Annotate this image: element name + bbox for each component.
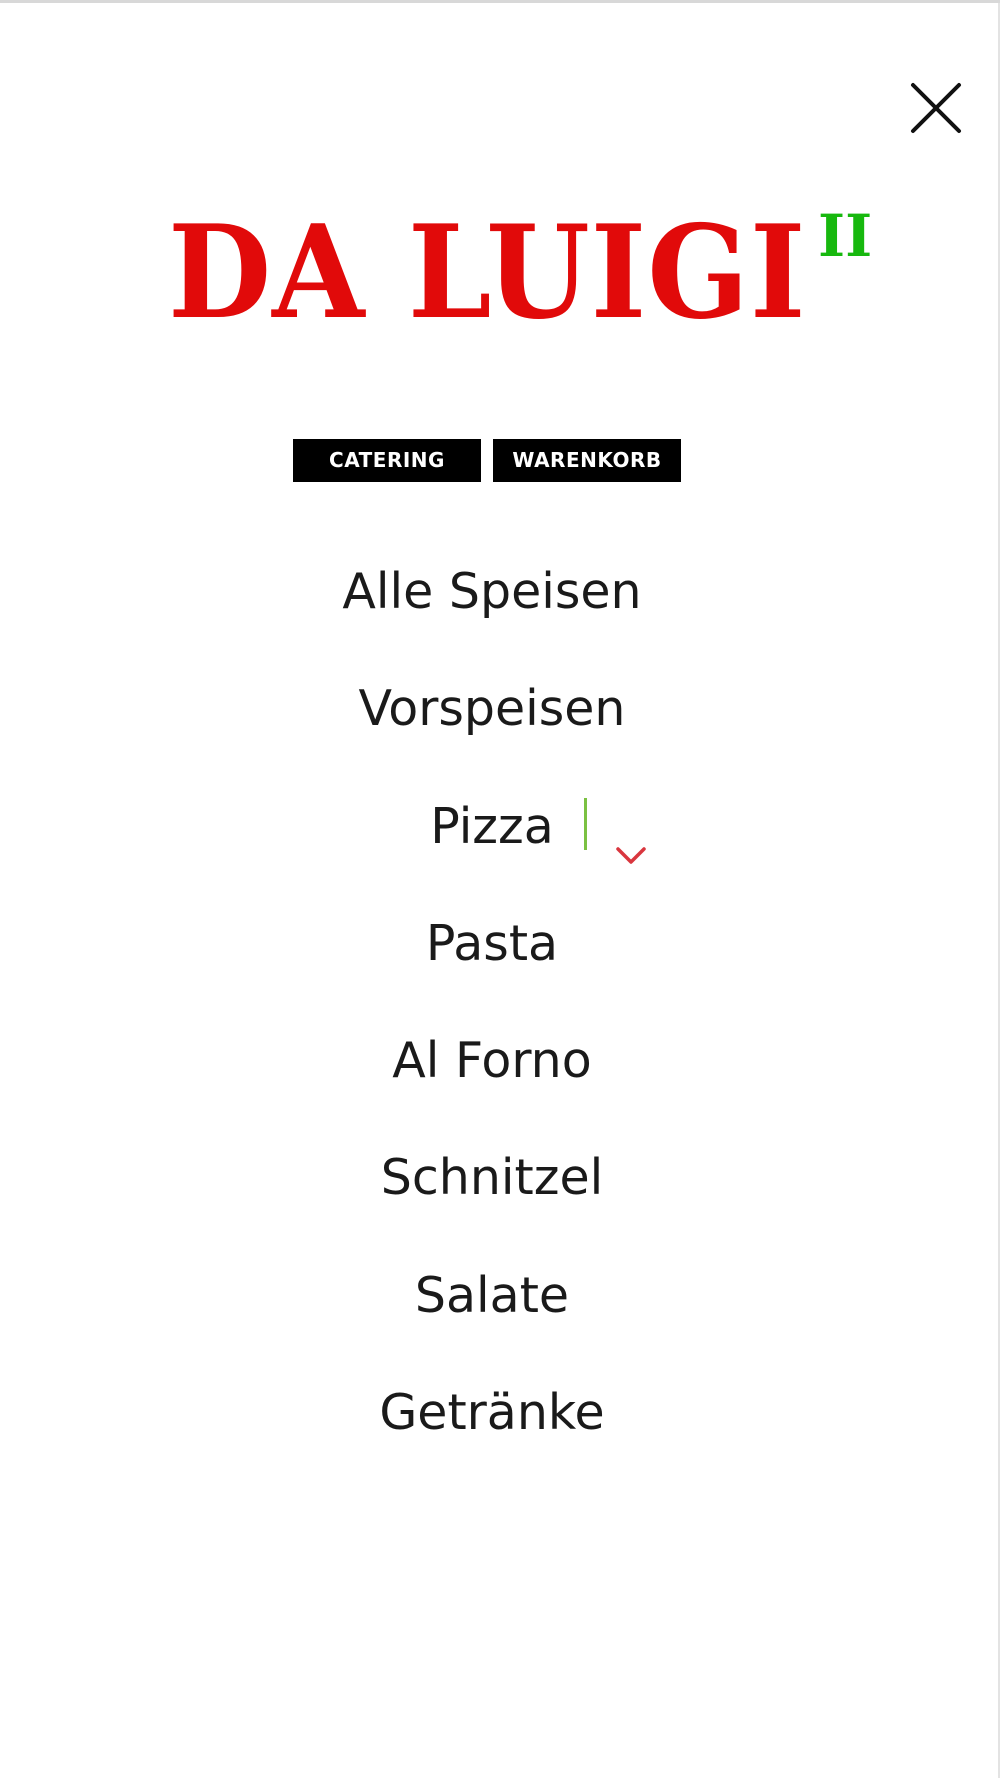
menu-item-label: Schnitzel [380,1149,604,1207]
menu-item-label: Salate [414,1266,570,1324]
menu-item-vorspeisen[interactable]: Vorspeisen [0,650,984,767]
menu-item-pizza[interactable]: Pizza [0,768,984,885]
close-icon [911,83,961,133]
submenu-toggle[interactable] [614,798,648,864]
menu-item-label: Vorspeisen [358,680,626,738]
mobile-menu-overlay: DA LUIGI II CATERING WARENKORB Alle Spei… [0,0,1000,1778]
menu-item-pasta[interactable]: Pasta [0,885,984,1002]
menu-item-label: Getränke [379,1384,605,1442]
menu-item-label: Pasta [425,914,559,972]
menu-item-schnitzel[interactable]: Schnitzel [0,1119,984,1236]
menu-item-al-forno[interactable]: Al Forno [0,1002,984,1119]
menu-item-label: Alle Speisen [342,563,642,620]
catering-button[interactable]: CATERING [293,439,481,482]
submenu-divider [584,797,587,850]
category-menu: Alle Speisen Vorspeisen Pizza Pasta Al F… [0,533,984,1471]
close-button[interactable] [905,79,965,139]
menu-item-getraenke[interactable]: Getränke [0,1354,984,1471]
chevron-down-icon [616,846,646,864]
logo[interactable]: DA LUIGI II [160,198,880,348]
logo-superscript: II [818,202,873,270]
menu-item-label: Pizza [430,797,554,855]
menu-item-salate[interactable]: Salate [0,1237,984,1354]
cart-button[interactable]: WARENKORB [493,439,681,482]
logo-text: DA LUIGI [168,198,807,348]
menu-item-label: Al Forno [392,1032,592,1090]
header-buttons: CATERING WARENKORB [293,439,681,482]
menu-item-alle-speisen[interactable]: Alle Speisen [0,533,984,650]
